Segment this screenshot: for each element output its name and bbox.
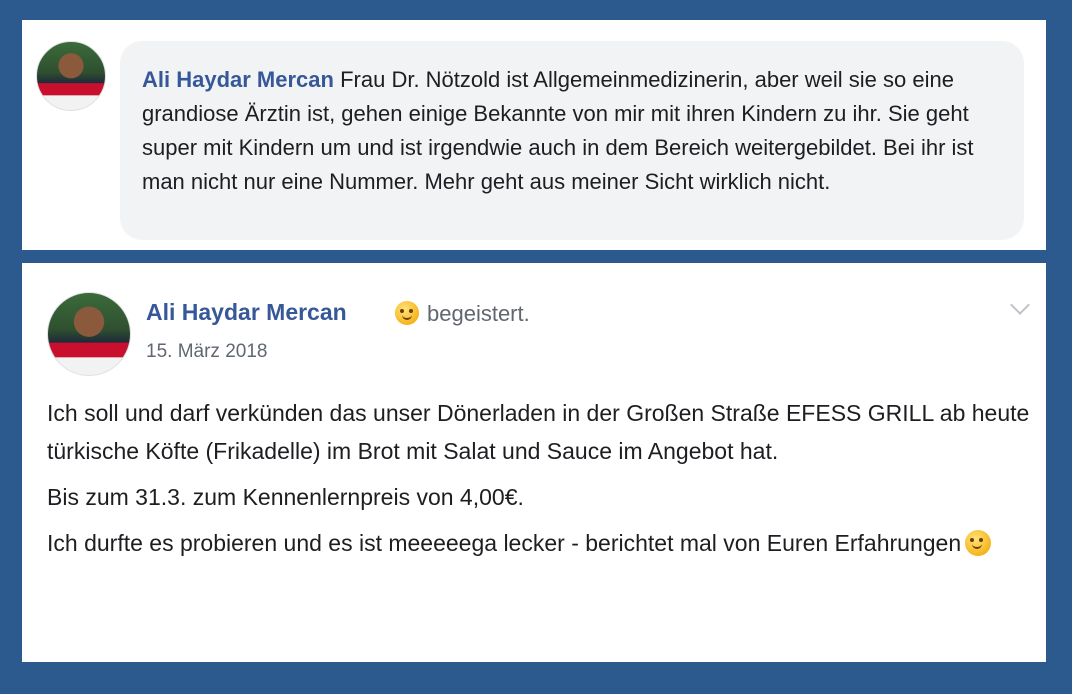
chevron-down-icon[interactable] xyxy=(1010,295,1030,315)
post-panel: Ali Haydar Mercan begeistert. 15. März 2… xyxy=(22,263,1046,662)
post-body: Ich soll und darf verkünden das unser Dö… xyxy=(47,394,1037,570)
feeling-label: begeistert. xyxy=(427,301,530,326)
avatar[interactable] xyxy=(47,292,131,376)
post-author-link[interactable]: Ali Haydar Mercan xyxy=(146,299,347,326)
post-timestamp[interactable]: 15. März 2018 xyxy=(146,341,267,363)
avatar[interactable] xyxy=(36,41,106,111)
comment-bubble: Ali Haydar Mercan Frau Dr. Nötzold ist A… xyxy=(120,41,1024,240)
slightly-smiling-face-icon xyxy=(395,301,419,325)
post-paragraph: Bis zum 31.3. zum Kennenlernpreis von 4,… xyxy=(47,484,524,510)
post-paragraph: Ich durfte es probieren und es ist meeee… xyxy=(47,524,1037,562)
smiley-icon xyxy=(965,530,992,556)
post-paragraph-text: Ich durfte es probieren und es ist meeee… xyxy=(47,530,962,556)
comment-panel: Ali Haydar Mercan Frau Dr. Nötzold ist A… xyxy=(22,20,1046,250)
post-paragraph: Ich soll und darf verkünden das unser Dö… xyxy=(47,400,1030,464)
comment-author-link[interactable]: Ali Haydar Mercan xyxy=(142,67,334,92)
comment-content: Ali Haydar Mercan Frau Dr. Nötzold ist A… xyxy=(142,63,1012,199)
